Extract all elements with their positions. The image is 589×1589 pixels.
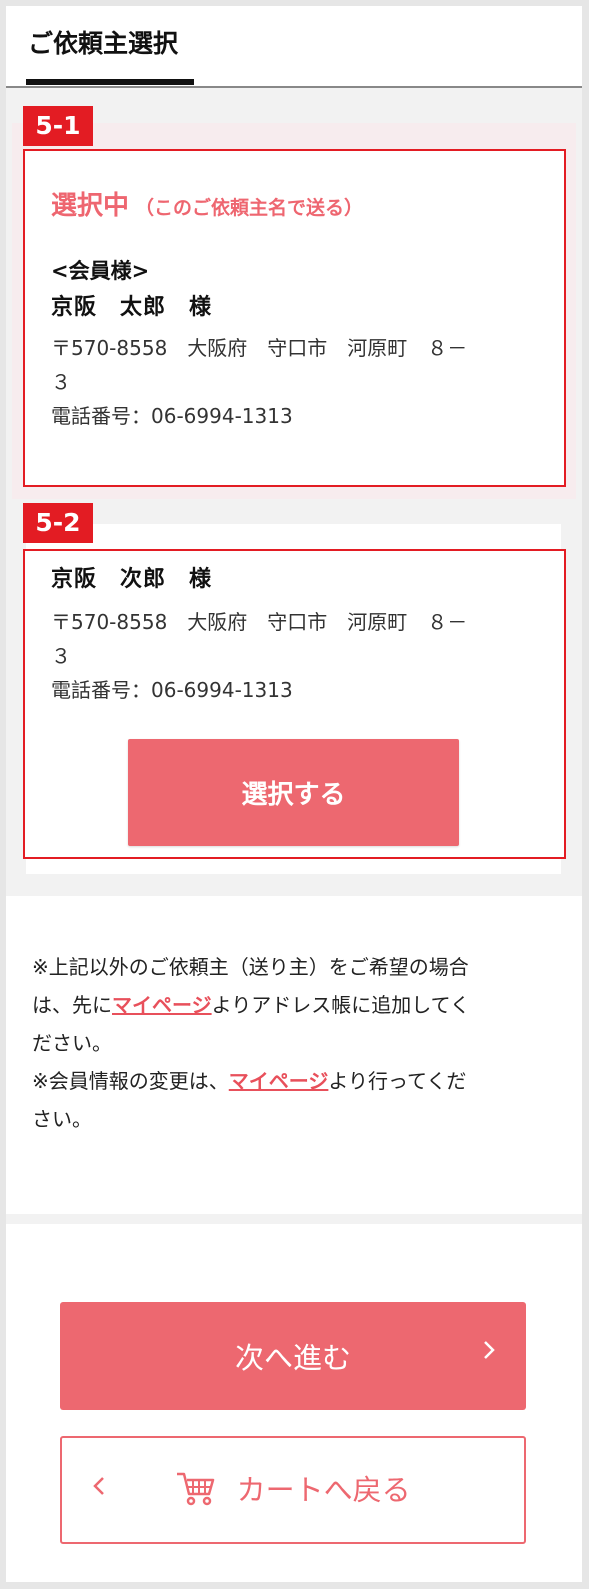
chevron-left-icon bbox=[92, 1474, 106, 1504]
mypage-link-2[interactable]: マイページ bbox=[229, 1069, 329, 1093]
member-label: <会員様> bbox=[51, 259, 150, 283]
page-header: ご依頼主選択 bbox=[6, 6, 582, 88]
back-to-cart-button[interactable]: カートへ戻る bbox=[60, 1436, 526, 1544]
sender-address-line1: 〒570-8558 大阪府 守口市 河原町 ８－ bbox=[51, 336, 468, 360]
option-name: 京阪 次郎 様 bbox=[51, 567, 213, 592]
footer-actions: 次へ進む カートへ戻る bbox=[6, 1224, 582, 1582]
notes-section: ※上記以外のご依頼主（送り主）をご希望の場合 は、先にマイページよりアドレス帳に… bbox=[6, 896, 582, 1214]
note-line-4: ※会員情報の変更は、マイページより行ってくだ bbox=[32, 1062, 562, 1100]
note-line-2-text-b: よりアドレス帳に追加してく bbox=[211, 993, 471, 1017]
option-address-line2: ３ bbox=[51, 644, 71, 668]
select-sender-button[interactable]: 選択する bbox=[128, 739, 459, 846]
page-frame: ご依頼主選択 5-1 選択中 （このご依頼主名で送る） <会員様> 京阪 太郎 様… bbox=[6, 6, 582, 1582]
sender-address-line2: ３ bbox=[51, 370, 71, 394]
title-underline bbox=[26, 79, 194, 85]
sender-phone: 電話番号：06-6994-1313 bbox=[51, 404, 293, 428]
selected-status: 選択中 （このご依頼主名で送る） bbox=[51, 185, 363, 222]
selected-status-main: 選択中 bbox=[51, 191, 130, 221]
chevron-right-icon bbox=[482, 1338, 496, 1368]
note-line-4-text-b: より行ってくだ bbox=[328, 1069, 467, 1093]
next-step-button[interactable]: 次へ進む bbox=[60, 1302, 526, 1410]
badge-5-1: 5-1 bbox=[23, 106, 93, 146]
selected-status-sub: （このご依頼主名で送る） bbox=[135, 197, 364, 219]
cart-icon bbox=[175, 1470, 217, 1513]
back-to-cart-label: カートへ戻る bbox=[236, 1472, 411, 1507]
note-line-2-text-a: は、先に bbox=[32, 993, 112, 1017]
option-phone: 電話番号：06-6994-1313 bbox=[51, 678, 293, 702]
mypage-link-1[interactable]: マイページ bbox=[112, 993, 212, 1017]
selected-sender-card: 選択中 （このご依頼主名で送る） <会員様> 京阪 太郎 様 〒570-8558 … bbox=[23, 149, 566, 487]
option-address-line1: 〒570-8558 大阪府 守口市 河原町 ８－ bbox=[51, 610, 468, 634]
note-line-4-text-a: ※会員情報の変更は、 bbox=[32, 1069, 229, 1093]
badge-5-2: 5-2 bbox=[23, 503, 93, 543]
next-step-label: 次へ進む bbox=[234, 1341, 351, 1375]
note-line-2: は、先にマイページよりアドレス帳に追加してく bbox=[32, 986, 562, 1024]
note-line-3: ださい。 bbox=[32, 1031, 112, 1055]
sender-name: 京阪 太郎 様 bbox=[51, 295, 213, 320]
page-title: ご依頼主選択 bbox=[28, 29, 179, 58]
note-line-5: さい。 bbox=[32, 1107, 92, 1131]
note-line-1: ※上記以外のご依頼主（送り主）をご希望の場合 bbox=[32, 955, 469, 979]
sender-option-card: 京阪 次郎 様 〒570-8558 大阪府 守口市 河原町 ８－ ３ 電話番号：… bbox=[23, 549, 566, 859]
